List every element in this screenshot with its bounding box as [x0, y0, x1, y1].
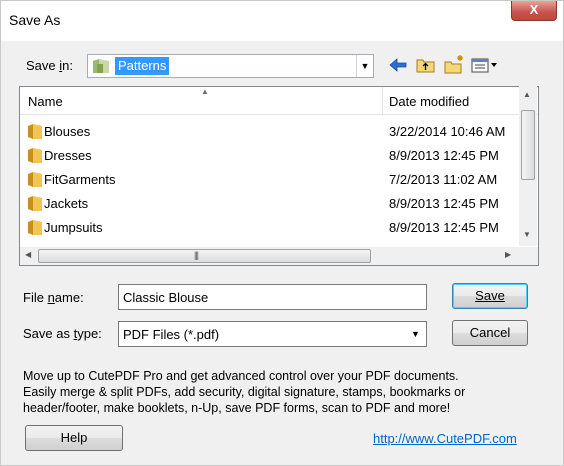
column-header-name[interactable]: Name	[28, 94, 63, 109]
file-name: Jumpsuits	[44, 220, 103, 235]
window-title: Save As	[9, 12, 61, 28]
folder-icon	[28, 196, 42, 211]
folder-icon	[28, 172, 42, 187]
save-as-type-label: Save as type:	[23, 326, 102, 341]
cutepdf-link[interactable]: http://www.CutePDF.com	[373, 431, 517, 446]
list-item[interactable]: Jumpsuits 8/9/2013 12:45 PM	[20, 216, 540, 240]
chevron-down-icon[interactable]: ▼	[407, 325, 424, 343]
horizontal-scroll-thumb[interactable]: |||	[38, 249, 371, 263]
promo-line: Easily merge & split PDFs, add security,…	[23, 385, 466, 399]
folder-icon	[28, 124, 42, 139]
list-item[interactable]: Dresses 8/9/2013 12:45 PM	[20, 144, 540, 168]
scroll-down-icon[interactable]: ▼	[523, 230, 531, 239]
up-folder-icon[interactable]	[414, 53, 438, 77]
vertical-scroll-thumb[interactable]	[521, 110, 535, 180]
file-date: 7/2/2013 11:02 AM	[389, 172, 498, 187]
file-name-label: File name:	[23, 290, 84, 305]
sort-ascending-icon: ▲	[201, 87, 209, 96]
horizontal-scrollbar[interactable]: ◀ ||| ▶	[20, 247, 520, 265]
file-date: 8/9/2013 12:45 PM	[389, 148, 499, 163]
scroll-up-icon[interactable]: ▲	[523, 90, 531, 99]
list-item[interactable]: Blouses 3/22/2014 10:46 AM	[20, 120, 540, 144]
save-in-value: Patterns	[115, 57, 170, 75]
promo-text: Move up to CutePDF Pro and get advanced …	[23, 368, 543, 416]
file-name: FitGarments	[44, 172, 116, 187]
file-name-input[interactable]	[118, 284, 427, 310]
folder-icon	[28, 220, 42, 235]
save-in-dropdown[interactable]: Patterns ▼	[87, 54, 374, 78]
help-button[interactable]: Help	[25, 425, 123, 451]
file-date: 3/22/2014 10:46 AM	[389, 124, 506, 139]
scroll-corner	[520, 247, 538, 265]
file-list[interactable]: Name ▲ Date modified Blouses 3/22/2014 1…	[19, 86, 539, 266]
promo-line: Move up to CutePDF Pro and get advanced …	[23, 369, 459, 383]
back-arrow-icon[interactable]	[386, 53, 410, 77]
chevron-down-icon[interactable]: ▼	[356, 55, 373, 77]
list-item[interactable]: Jackets 8/9/2013 12:45 PM	[20, 192, 540, 216]
file-name: Blouses	[44, 124, 91, 139]
folder-icon	[93, 59, 109, 73]
folder-icon	[28, 148, 42, 163]
new-folder-icon[interactable]	[442, 53, 466, 77]
list-header: Name ▲ Date modified	[20, 87, 538, 115]
vertical-scrollbar[interactable]: ▲ ▼	[519, 86, 537, 246]
title-bar[interactable]: Save As X	[1, 1, 563, 41]
view-menu-icon[interactable]	[469, 53, 503, 77]
scroll-left-icon[interactable]: ◀	[25, 250, 31, 259]
file-name: Dresses	[44, 148, 92, 163]
column-header-date-modified[interactable]: Date modified	[389, 94, 469, 109]
file-date: 8/9/2013 12:45 PM	[389, 196, 499, 211]
scroll-right-icon[interactable]: ▶	[505, 250, 511, 259]
column-divider[interactable]	[382, 87, 383, 115]
close-button[interactable]: X	[511, 1, 557, 21]
promo-line: header/footer, make booklets, n-Up, save…	[23, 401, 451, 415]
file-name: Jackets	[44, 196, 89, 211]
save-button[interactable]: Save	[452, 283, 528, 309]
save-as-type-value: PDF Files (*.pdf)	[123, 327, 220, 342]
file-date: 8/9/2013 12:45 PM	[389, 220, 499, 235]
list-item[interactable]: FitGarments 7/2/2013 11:02 AM	[20, 168, 540, 192]
save-as-dialog: Save As X Save in: Patterns ▼ Name ▲ Dat…	[0, 0, 564, 466]
save-in-label: Save in:	[26, 58, 73, 73]
grip-icon: |||	[194, 250, 199, 260]
cancel-button[interactable]: Cancel	[452, 320, 528, 346]
save-button-label: Save	[475, 288, 505, 303]
save-as-type-dropdown[interactable]: PDF Files (*.pdf) ▼	[118, 321, 427, 347]
